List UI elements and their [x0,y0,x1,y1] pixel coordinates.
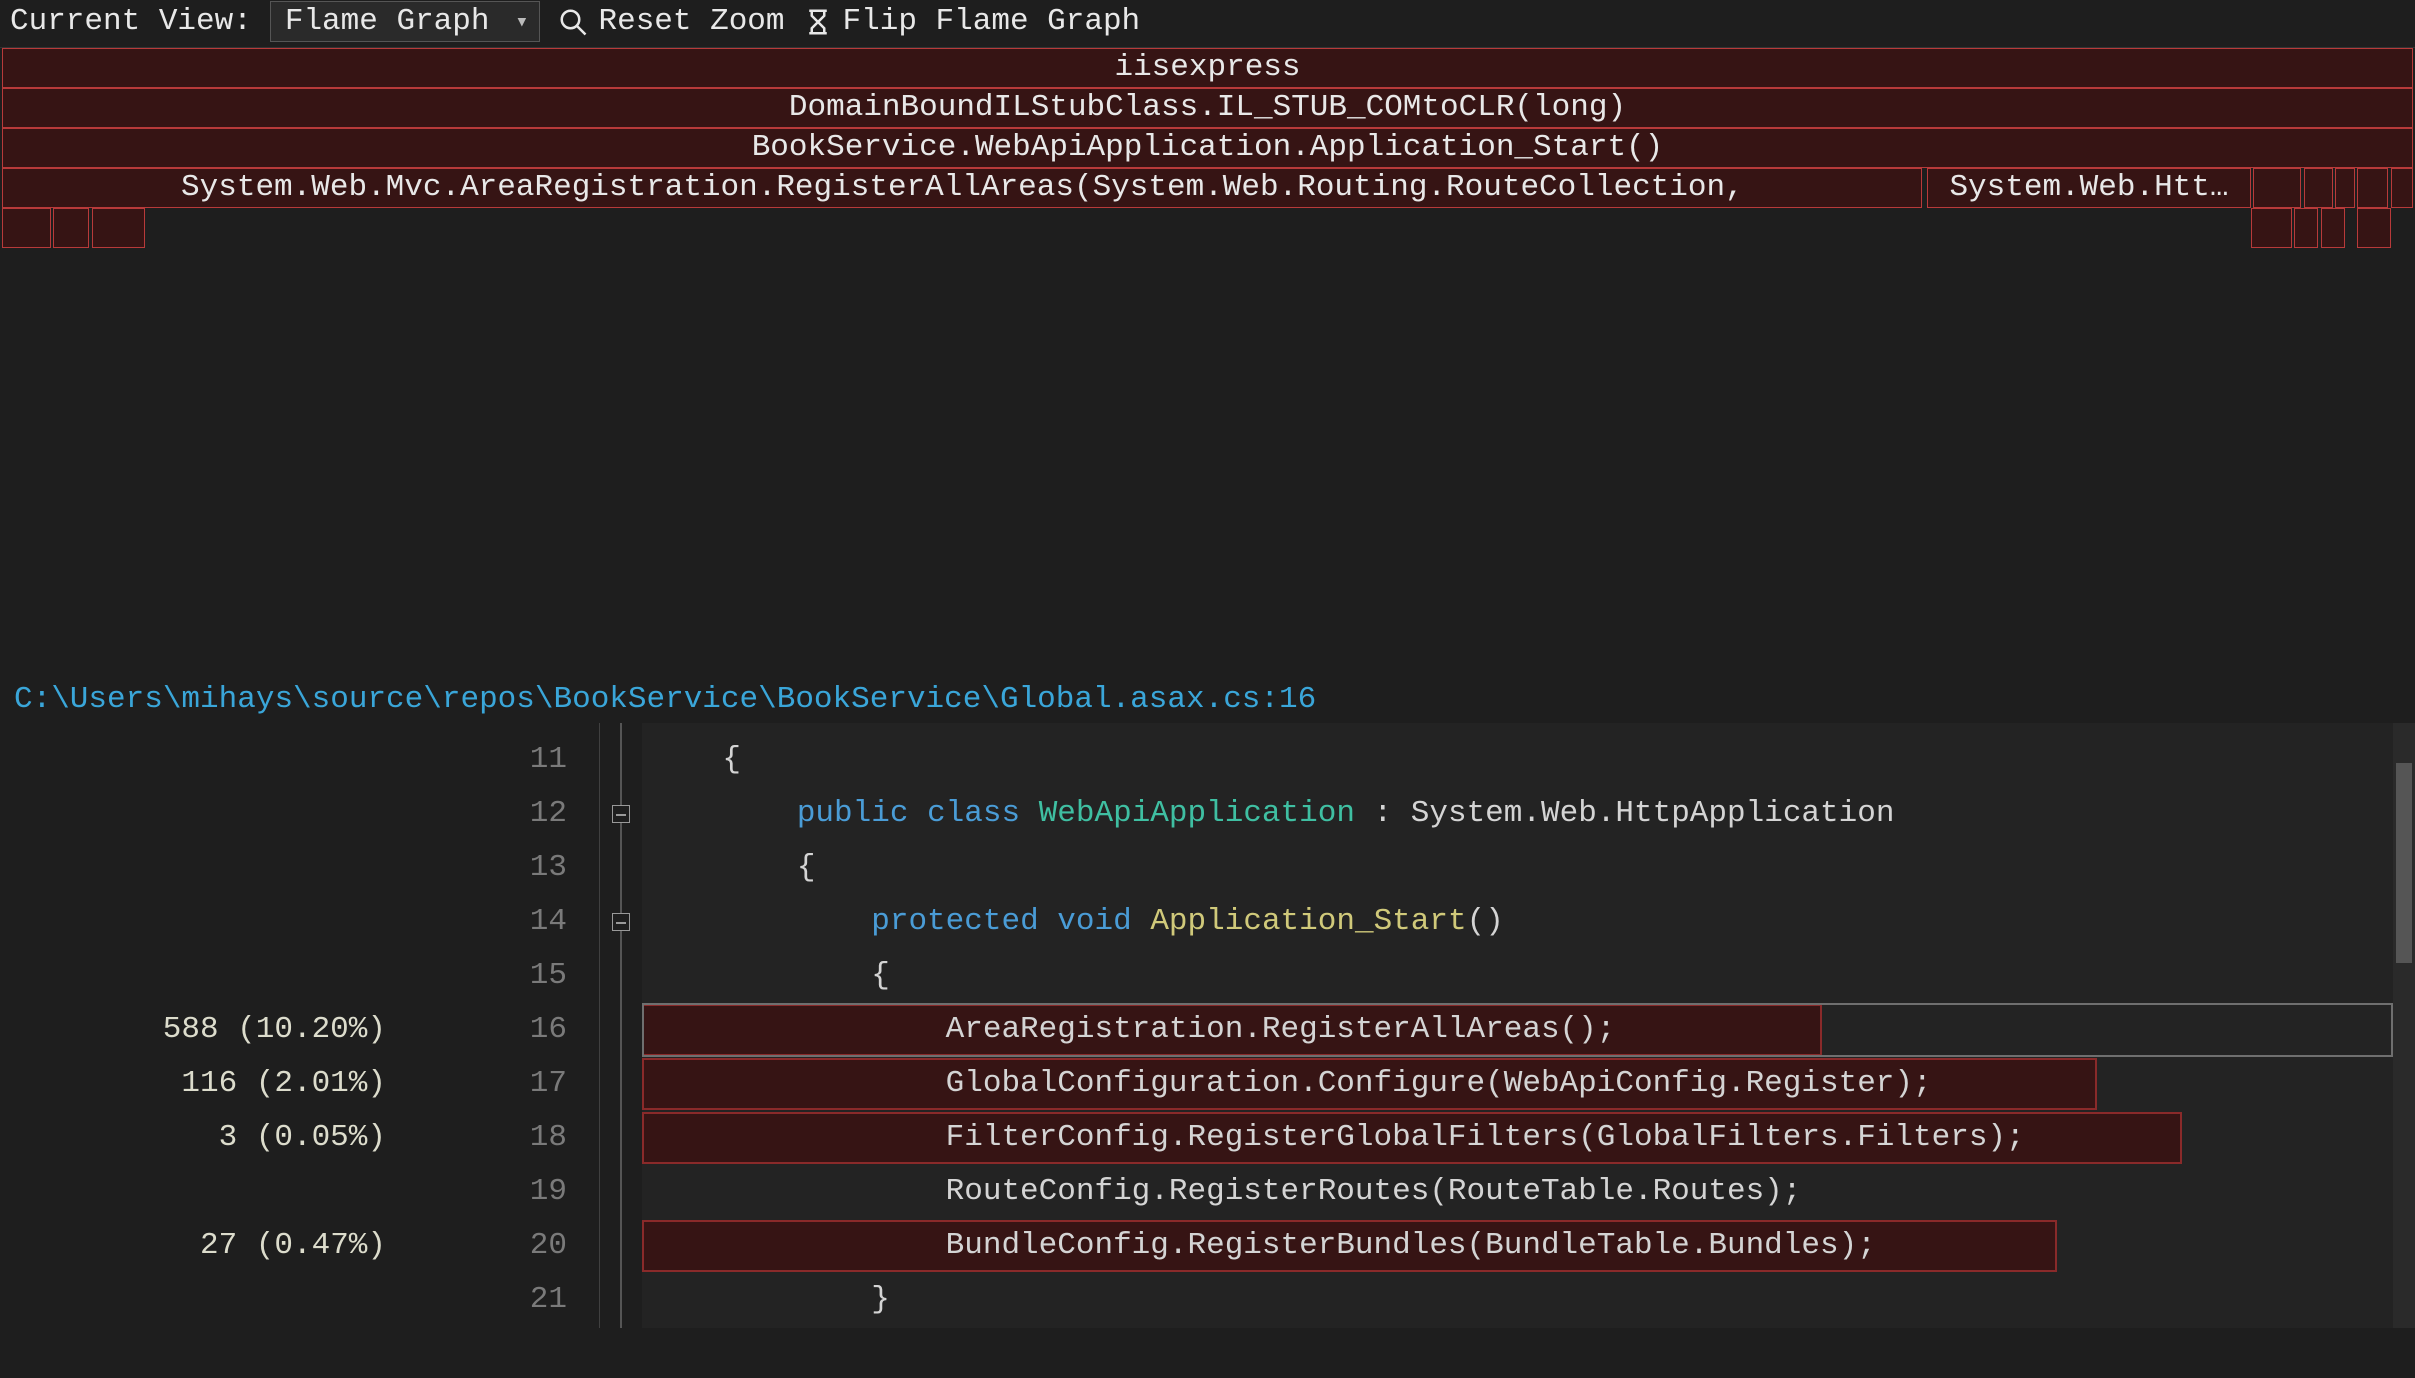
code-line[interactable]: GlobalConfiguration.Configure(WebApiConf… [642,1057,2415,1111]
flame-cell[interactable] [2294,208,2318,248]
metric-value [0,787,400,841]
metrics-column: 588 (10.20%)116 (2.01%)3 (0.05%) 27 (0.47… [0,723,400,1328]
line-number: 19 [400,1165,581,1219]
line-number: 20 [400,1219,581,1273]
fold-toggle-icon[interactable] [612,913,630,931]
code-line[interactable]: protected void Application_Start() [642,895,2415,949]
metric-value [0,733,400,787]
flame-cell[interactable]: System.Web.Htt… [1927,168,2251,208]
flame-cell[interactable] [2335,168,2354,208]
flame-cell[interactable] [2391,168,2413,208]
code-line[interactable]: BundleConfig.RegisterBundles(BundleTable… [642,1219,2415,1273]
current-view-label: Current View: [10,4,252,39]
flame-cell[interactable] [2357,208,2391,248]
line-number-gutter: 1112131415161718192021 [400,723,600,1328]
hourglass-icon [803,7,833,37]
flame-cell[interactable] [53,208,89,248]
flame-cell[interactable] [92,208,145,248]
metric-value [0,895,400,949]
metric-value [0,841,400,895]
metric-value: 116 (2.01%) [0,1057,400,1111]
line-number: 16 [400,1003,581,1057]
metric-value [0,1165,400,1219]
code-line[interactable]: FilterConfig.RegisterGlobalFilters(Globa… [642,1111,2415,1165]
code-line[interactable]: { [642,949,2415,1003]
flip-flame-button[interactable]: Flip Flame Graph [803,4,1141,39]
line-number: 13 [400,841,581,895]
view-select[interactable]: Flame Graph [270,1,541,42]
flame-cell[interactable]: BookService.WebApiApplication.Applicatio… [2,128,2412,168]
line-number: 15 [400,949,581,1003]
metric-value: 27 (0.47%) [0,1219,400,1273]
line-number: 11 [400,733,581,787]
code-editor[interactable]: { public class WebApiApplication : Syste… [642,723,2415,1328]
flame-cell[interactable]: DomainBoundILStubClass.IL_STUB_COMtoCLR(… [2,88,2412,128]
flame-graph[interactable]: iisexpressDomainBoundILStubClass.IL_STUB… [0,48,2415,678]
line-number: 14 [400,895,581,949]
code-line[interactable]: { [642,733,2415,787]
line-number: 12 [400,787,581,841]
metric-value: 588 (10.20%) [0,1003,400,1057]
flame-cell[interactable] [2304,168,2333,208]
code-pane: 588 (10.20%)116 (2.01%)3 (0.05%) 27 (0.47… [0,723,2415,1328]
view-select-wrap: Flame Graph ▾ [270,4,541,39]
reset-zoom-label: Reset Zoom [598,4,784,39]
metric-value [0,949,400,1003]
flame-cell[interactable]: iisexpress [2,48,2412,88]
flip-flame-label: Flip Flame Graph [843,4,1141,39]
flame-cell[interactable] [2253,168,2301,208]
flame-cell[interactable] [2357,168,2388,208]
flame-cell[interactable] [2,208,50,248]
line-number: 17 [400,1057,581,1111]
fold-toggle-icon[interactable] [612,805,630,823]
flame-toolbar: Current View: Flame Graph ▾ Reset Zoom F… [0,0,2415,48]
reset-zoom-button[interactable]: Reset Zoom [558,4,784,39]
line-number: 18 [400,1111,581,1165]
metric-value: 3 (0.05%) [0,1111,400,1165]
code-line[interactable]: RouteConfig.RegisterRoutes(RouteTable.Ro… [642,1165,2415,1219]
line-number: 21 [400,1273,581,1327]
fold-gutter [600,723,642,1328]
search-icon [558,7,588,37]
code-line[interactable]: } [642,1273,2415,1327]
flame-cell[interactable] [2251,208,2292,248]
metric-value [0,1273,400,1327]
flame-cell[interactable]: System.Web.Mvc.AreaRegistration.Register… [2,168,1922,208]
file-path-bar: C:\Users\mihays\source\repos\BookService… [0,678,2415,723]
code-line[interactable]: AreaRegistration.RegisterAllAreas(); [642,1003,2415,1057]
code-line[interactable]: public class WebApiApplication : System.… [642,787,2415,841]
flame-cell[interactable] [2321,208,2345,248]
code-line[interactable]: { [642,841,2415,895]
